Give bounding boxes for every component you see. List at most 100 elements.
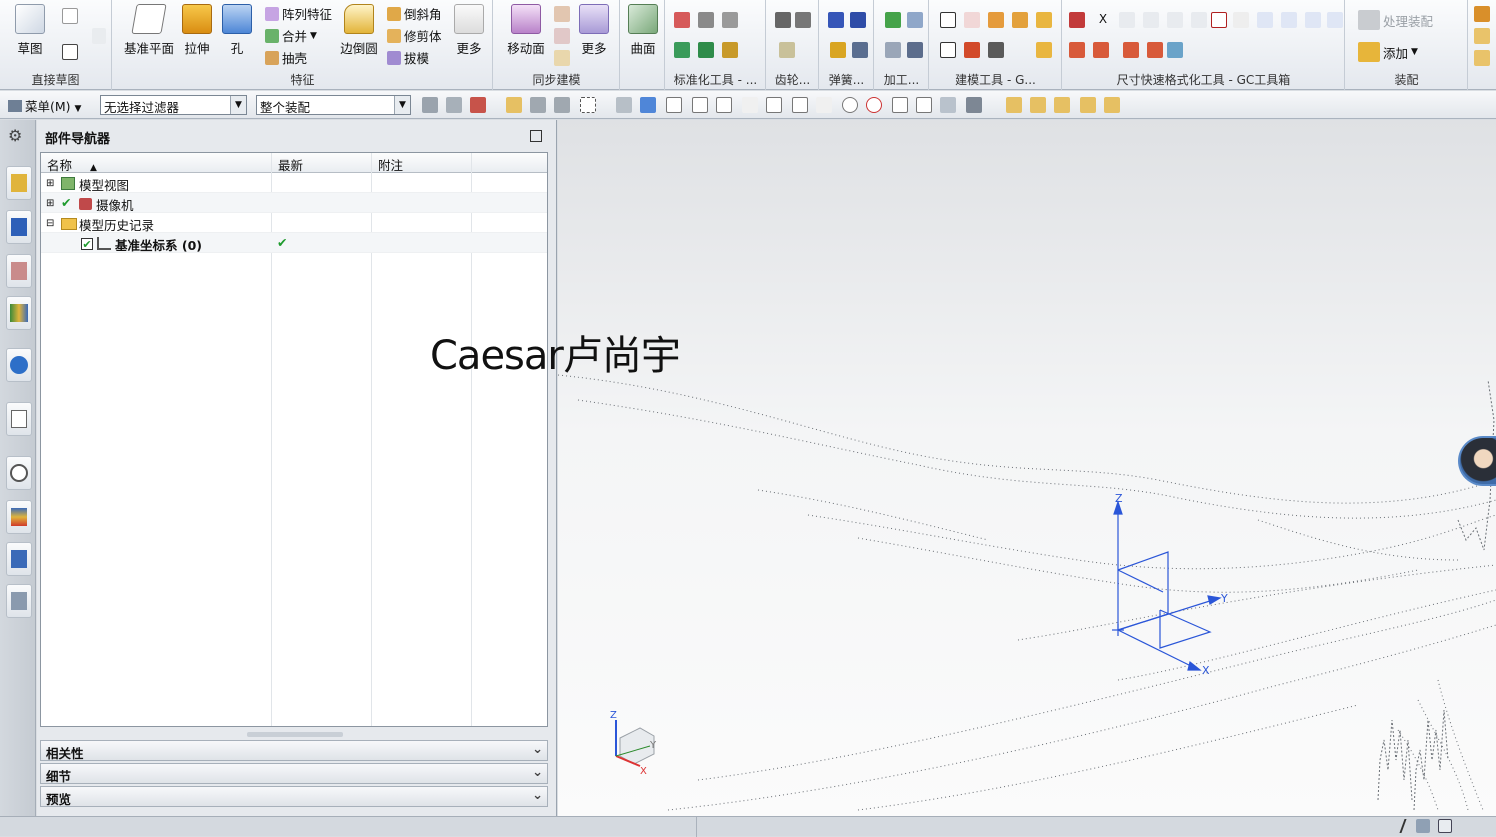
draft-button[interactable]: 拔模: [387, 48, 429, 67]
tolerance-icon[interactable]: [988, 42, 1004, 58]
machining-icon[interactable]: [907, 12, 923, 28]
modeling-tool-icon[interactable]: [1012, 12, 1028, 28]
role-tab[interactable]: [6, 542, 32, 576]
modeling-tool-icon[interactable]: [964, 42, 980, 58]
snap-curve-icon[interactable]: [742, 97, 758, 113]
datum-plane-button[interactable]: 基准平面: [121, 3, 177, 57]
tree-row-datum-csys[interactable]: ✔ 基准坐标系 (0) ✔: [41, 233, 547, 253]
assembly-scope-dropdown[interactable]: 整个装配 ▼: [256, 95, 411, 115]
dimension-format-icon[interactable]: [1119, 12, 1135, 28]
assembly-select-icon[interactable]: [1054, 97, 1070, 113]
profile-icon[interactable]: [62, 8, 78, 24]
snap-spline-icon[interactable]: [792, 97, 808, 113]
more-feature-button[interactable]: 更多: [447, 3, 491, 57]
select-icon[interactable]: [422, 97, 438, 113]
tree-row-model-history[interactable]: ⊟ 模型历史记录: [41, 213, 547, 233]
dimension-icon[interactable]: [1069, 42, 1085, 58]
spring-icon[interactable]: [698, 12, 714, 28]
offset-region-icon[interactable]: [554, 28, 570, 44]
shell-button[interactable]: 抽壳: [265, 48, 307, 67]
diameter-icon[interactable]: [1123, 42, 1139, 58]
snap-on-curve-icon[interactable]: [916, 97, 932, 113]
dimension-format-icon[interactable]: [1167, 12, 1183, 28]
dependencies-panel[interactable]: 相关性 ⌄: [40, 740, 548, 761]
box-x-icon[interactable]: [1211, 12, 1227, 28]
preview-panel[interactable]: 预览 ⌄: [40, 786, 548, 807]
unite-button[interactable]: 合并 ▼: [265, 26, 317, 45]
snap-face-icon[interactable]: [940, 97, 956, 113]
constraint-navigator-tab[interactable]: [6, 254, 32, 288]
full-screen-icon[interactable]: [1416, 819, 1430, 833]
column-header-name[interactable]: 名称 ▲: [41, 153, 272, 173]
edge-blend-button[interactable]: 边倒圆: [333, 3, 385, 57]
delete-face-icon[interactable]: [554, 50, 570, 66]
dimension-format-icon[interactable]: [1191, 12, 1207, 28]
assembly-select-icon[interactable]: [1006, 97, 1022, 113]
assembly-select-icon[interactable]: [1030, 97, 1046, 113]
view-icon[interactable]: [616, 97, 632, 113]
machining-icon[interactable]: [907, 42, 923, 58]
snap-point-icon[interactable]: [666, 97, 682, 113]
dimension-icon[interactable]: [1093, 42, 1109, 58]
rectangle-icon[interactable]: [62, 44, 78, 60]
triangle-icon[interactable]: [940, 12, 956, 28]
assembly-select-icon[interactable]: [1104, 97, 1120, 113]
snap-control-icon[interactable]: [766, 97, 782, 113]
close-icon[interactable]: X: [1095, 12, 1111, 28]
modeling-tool-icon[interactable]: [964, 12, 980, 28]
selection-filter-dropdown[interactable]: 无选择过滤器 ▼: [100, 95, 247, 115]
assembly-select-icon[interactable]: [1080, 97, 1096, 113]
modeling-tool-icon[interactable]: [988, 12, 1004, 28]
reuse-library-tab[interactable]: [6, 296, 32, 330]
history-tab[interactable]: [6, 456, 32, 490]
check-icon[interactable]: [885, 12, 901, 28]
system-scene-tab[interactable]: [6, 584, 32, 618]
chamfer-button[interactable]: 倒斜角: [387, 4, 442, 23]
select-icon[interactable]: [530, 97, 546, 113]
assembly-icon[interactable]: [1474, 6, 1490, 22]
fit-tolerance-icon[interactable]: [1327, 12, 1343, 28]
details-panel[interactable]: 细节 ⌄: [40, 763, 548, 784]
fit-tolerance-icon[interactable]: [1281, 12, 1297, 28]
spring-delete-icon[interactable]: [852, 42, 868, 58]
cube-icon[interactable]: [640, 97, 656, 113]
select-icon[interactable]: [506, 97, 522, 113]
bearing-icon[interactable]: [722, 12, 738, 28]
pin-icon[interactable]: [698, 42, 714, 58]
diameter-icon[interactable]: [1147, 42, 1163, 58]
standard-part-icon[interactable]: [674, 12, 690, 28]
tree-row-cameras[interactable]: ⊞ ✔ 摄像机: [41, 193, 547, 213]
chevron-down-icon[interactable]: [92, 28, 106, 44]
gear-table-icon[interactable]: [779, 42, 795, 58]
assembly-navigator-tab[interactable]: [6, 210, 32, 244]
snap-midpoint-icon[interactable]: [716, 97, 732, 113]
fit-tolerance-icon[interactable]: [1305, 12, 1321, 28]
maximize-icon[interactable]: [530, 130, 542, 142]
assembly-icon[interactable]: [1474, 50, 1490, 66]
trim-body-button[interactable]: 修剪体: [387, 26, 442, 45]
add-button[interactable]: 添加 ▼: [1358, 42, 1418, 62]
surface-button[interactable]: 曲面: [617, 3, 669, 57]
fit-tolerance-icon[interactable]: [1257, 12, 1273, 28]
snap-endpoint-icon[interactable]: [692, 97, 708, 113]
gear-icon[interactable]: [795, 12, 811, 28]
select-icon[interactable]: [446, 97, 462, 113]
rectangle-select-icon[interactable]: [580, 97, 596, 113]
snap-existing-point-icon[interactable]: [892, 97, 908, 113]
modeling-tool-icon[interactable]: [1036, 12, 1052, 28]
nut-icon[interactable]: [722, 42, 738, 58]
part-navigator-tab[interactable]: [6, 166, 32, 200]
move-face-button[interactable]: 移动面: [500, 3, 552, 57]
snap-intersection-icon[interactable]: [816, 97, 832, 113]
tree-row-model-views[interactable]: ⊞ 模型视图: [41, 173, 547, 193]
document-icon[interactable]: [940, 42, 956, 58]
hole-button[interactable]: 孔: [211, 3, 263, 57]
dimension-format-icon[interactable]: [1143, 12, 1159, 28]
machining-icon[interactable]: [885, 42, 901, 58]
dimension-icon[interactable]: [1167, 42, 1183, 58]
snap-center-icon[interactable]: [842, 97, 858, 113]
window-icon[interactable]: [1438, 819, 1452, 833]
info-tab[interactable]: [6, 348, 32, 382]
process-studio-tab[interactable]: [6, 500, 32, 534]
pattern-feature-button[interactable]: 阵列特征: [265, 4, 332, 23]
